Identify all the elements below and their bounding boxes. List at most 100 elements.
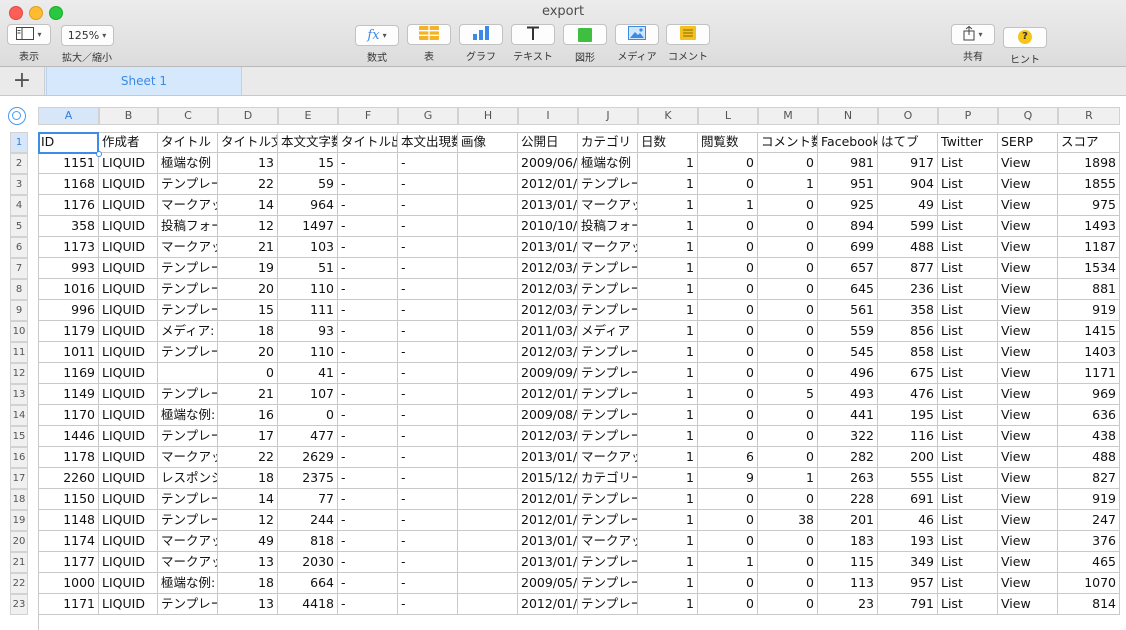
table-cell[interactable]: 919 [1058,489,1120,510]
table-cell[interactable]: 2012/03/ [518,279,578,300]
row-header-14[interactable]: 14 [10,405,28,426]
column-header-l[interactable]: L [698,107,758,125]
table-cell[interactable]: 14 [218,489,278,510]
header-cell[interactable]: コメント数 [758,132,818,153]
table-cell[interactable]: 0 [758,216,818,237]
table-cell[interactable]: 41 [278,363,338,384]
table-cell[interactable]: - [398,174,458,195]
table-cell[interactable]: - [338,531,398,552]
table-cell[interactable]: メディア [578,321,638,342]
table-cell[interactable]: 2012/03/ [518,426,578,447]
row-header-22[interactable]: 22 [10,573,28,594]
table-cell[interactable]: List [938,279,998,300]
table-cell[interactable]: 975 [1058,195,1120,216]
formula-button[interactable]: fx ▾ [355,25,399,46]
table-cell[interactable]: List [938,342,998,363]
table-cell[interactable]: テンプレー [578,342,638,363]
table-cell[interactable]: テンプレー [578,510,638,531]
table-cell[interactable]: 2009/06/ [518,153,578,174]
table-cell[interactable]: LIQUID [99,531,158,552]
column-header-r[interactable]: R [1058,107,1120,125]
share-button[interactable]: ▾ [951,24,995,45]
row-header-10[interactable]: 10 [10,321,28,342]
table-cell[interactable]: - [338,447,398,468]
table-cell[interactable]: 0 [698,426,758,447]
table-cell[interactable]: List [938,195,998,216]
table-cell[interactable]: - [338,342,398,363]
table-cell[interactable] [458,573,518,594]
table-cell[interactable]: List [938,489,998,510]
table-cell[interactable]: テンプレー [578,258,638,279]
table-cell[interactable]: View [998,153,1058,174]
table-cell[interactable]: LIQUID [99,216,158,237]
table-cell[interactable]: LIQUID [99,552,158,573]
table-cell[interactable]: 376 [1058,531,1120,552]
table-cell[interactable]: 110 [278,342,338,363]
table-cell[interactable]: LIQUID [99,468,158,489]
table-cell[interactable]: 1 [638,468,698,489]
table-cell[interactable]: テンプレー [578,279,638,300]
header-cell[interactable]: Facebook [818,132,878,153]
table-cell[interactable]: 103 [278,237,338,258]
table-cell[interactable]: - [398,384,458,405]
row-header-8[interactable]: 8 [10,279,28,300]
table-cell[interactable]: 0 [278,405,338,426]
table-cell[interactable]: 247 [1058,510,1120,531]
toolbar-media[interactable]: メディア [614,24,660,63]
view-button[interactable]: ▾ [7,24,51,45]
table-cell[interactable]: View [998,321,1058,342]
table-cell[interactable]: テンプレー [578,405,638,426]
row-header-16[interactable]: 16 [10,447,28,468]
table-cell[interactable]: 476 [878,384,938,405]
table-cell[interactable]: LIQUID [99,321,158,342]
table-cell[interactable]: - [398,258,458,279]
table-cell[interactable]: 0 [698,153,758,174]
table-cell[interactable]: 16 [218,405,278,426]
table-cell[interactable]: - [338,405,398,426]
table-cell[interactable]: 2260 [38,468,99,489]
table-cell[interactable]: 2629 [278,447,338,468]
table-cell[interactable]: List [938,300,998,321]
table-cell[interactable]: 0 [698,216,758,237]
table-cell[interactable]: 228 [818,489,878,510]
header-cell[interactable]: ID [38,132,99,153]
table-cell[interactable] [458,531,518,552]
add-sheet-icon[interactable]: + [0,67,45,95]
table-cell[interactable] [458,363,518,384]
table-cell[interactable]: - [338,216,398,237]
table-cell[interactable]: 496 [818,363,878,384]
table-cell[interactable]: - [338,258,398,279]
table-cell[interactable]: 0 [698,384,758,405]
table-cell[interactable]: 1187 [1058,237,1120,258]
table-cell[interactable]: View [998,258,1058,279]
table-cell[interactable]: 1415 [1058,321,1120,342]
table-cell[interactable]: 93 [278,321,338,342]
table-cell[interactable]: 投稿フォー [578,216,638,237]
table-cell[interactable]: 0 [698,174,758,195]
table-cell[interactable]: 1 [638,447,698,468]
table-cell[interactable]: 38 [758,510,818,531]
table-cell[interactable]: - [398,510,458,531]
table-cell[interactable]: 1 [638,174,698,195]
table-cell[interactable]: - [398,279,458,300]
table-cell[interactable]: 0 [698,594,758,615]
table-cell[interactable]: 22 [218,174,278,195]
table-cell[interactable]: 691 [878,489,938,510]
table-cell[interactable]: 438 [1058,426,1120,447]
table-cell[interactable]: LIQUID [99,300,158,321]
table-cell[interactable]: 1016 [38,279,99,300]
table-cell[interactable]: 1403 [1058,342,1120,363]
header-cell[interactable]: 閲覧数 [698,132,758,153]
toolbar-hint[interactable]: ? ヒント [1003,24,1047,66]
table-cell[interactable]: 2012/03/ [518,300,578,321]
table-cell[interactable]: - [398,426,458,447]
table-cell[interactable]: 18 [218,321,278,342]
table-cell[interactable]: マークアッ [578,531,638,552]
table-cell[interactable]: - [338,363,398,384]
table-cell[interactable] [458,594,518,615]
table-cell[interactable]: 49 [218,531,278,552]
table-cell[interactable]: 1170 [38,405,99,426]
table-cell[interactable]: 2012/03/ [518,342,578,363]
table-cell[interactable]: 2012/01/ [518,174,578,195]
table-cell[interactable]: 21 [218,384,278,405]
